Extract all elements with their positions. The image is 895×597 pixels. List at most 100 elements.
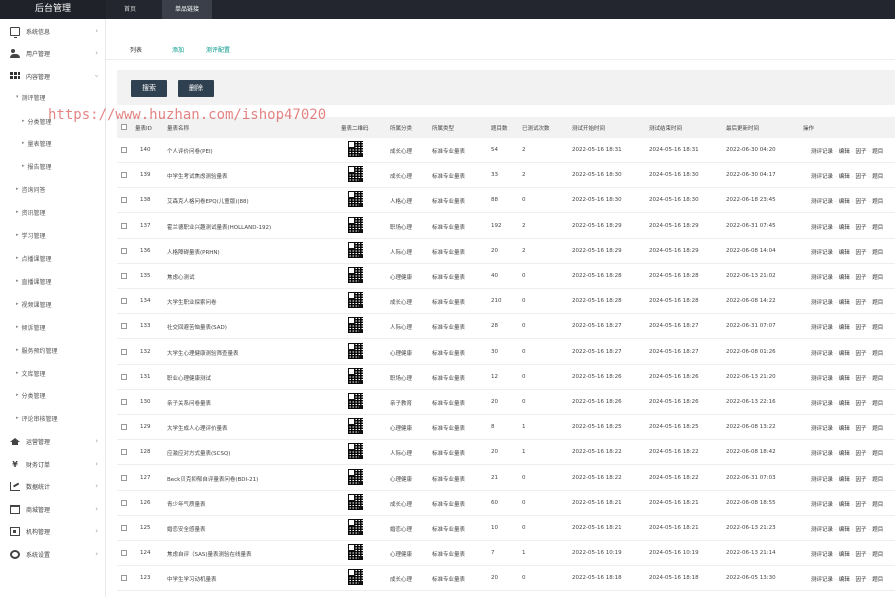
sidebar-sub-learning[interactable]: ▸ 学习管理 <box>16 228 46 242</box>
row-checkbox[interactable] <box>121 575 127 582</box>
factor-link[interactable]: 因子 <box>856 502 867 508</box>
sidebar-sub-video[interactable]: ▸ 视频课管理 <box>16 297 52 311</box>
qr-code-icon[interactable] <box>348 241 363 258</box>
sidebar-sub-comment-review[interactable]: ▸ 评论审核管理 <box>16 411 58 425</box>
row-checkbox[interactable] <box>121 373 127 380</box>
tab-add[interactable]: 添加 <box>172 45 184 54</box>
sidebar-item-stats[interactable]: 数据统计 › <box>0 478 106 494</box>
edit-link[interactable]: 编辑 <box>839 149 850 155</box>
qr-code-icon[interactable] <box>348 367 363 384</box>
edit-link[interactable]: 编辑 <box>839 451 850 457</box>
edit-link[interactable]: 编辑 <box>839 250 850 256</box>
edit-link[interactable]: 编辑 <box>839 477 850 483</box>
test-records-link[interactable]: 测评记录 <box>811 199 833 205</box>
qr-code-icon[interactable] <box>348 141 363 157</box>
factor-link[interactable]: 因子 <box>856 477 867 483</box>
sidebar-item-operations[interactable]: 运营管理 › <box>0 433 106 449</box>
factor-link[interactable]: 因子 <box>856 300 867 306</box>
factor-link[interactable]: 因子 <box>856 401 867 407</box>
questions-link[interactable]: 题目 <box>872 149 883 155</box>
test-records-link[interactable]: 测评记录 <box>811 451 833 457</box>
edit-link[interactable]: 编辑 <box>839 225 850 231</box>
questions-link[interactable]: 题目 <box>872 351 883 357</box>
factor-link[interactable]: 因子 <box>856 225 867 231</box>
top-nav-product-link[interactable]: 单品链接 <box>162 0 213 19</box>
sidebar-item-system-info[interactable]: 系统信息 › <box>0 23 106 39</box>
row-checkbox[interactable] <box>121 172 127 179</box>
test-records-link[interactable]: 测评记录 <box>811 225 833 231</box>
test-records-link[interactable]: 测评记录 <box>811 502 833 508</box>
test-records-link[interactable]: 测评记录 <box>811 577 833 583</box>
qr-code-icon[interactable] <box>348 519 363 535</box>
questions-link[interactable]: 题目 <box>872 451 883 457</box>
row-checkbox[interactable] <box>121 348 127 355</box>
factor-link[interactable]: 因子 <box>856 552 867 558</box>
edit-link[interactable]: 编辑 <box>839 300 850 306</box>
test-records-link[interactable]: 测评记录 <box>811 275 833 281</box>
test-records-link[interactable]: 测评记录 <box>811 552 833 558</box>
factor-link[interactable]: 因子 <box>856 174 867 180</box>
row-checkbox[interactable] <box>121 399 127 405</box>
row-checkbox[interactable] <box>121 474 127 481</box>
sidebar-sub-category-2[interactable]: ▸ 分类管理 <box>16 388 46 402</box>
edit-link[interactable]: 编辑 <box>839 577 850 583</box>
sidebar-item-content[interactable]: 内容管理 › <box>0 68 106 84</box>
edit-link[interactable]: 编辑 <box>839 426 850 432</box>
factor-link[interactable]: 因子 <box>856 149 867 155</box>
questions-link[interactable]: 题目 <box>872 275 883 281</box>
sidebar-item-settings[interactable]: 系统设置 › <box>0 546 106 562</box>
edit-link[interactable]: 编辑 <box>839 376 850 382</box>
qr-code-icon[interactable] <box>348 468 363 485</box>
questions-link[interactable]: 题目 <box>872 401 883 407</box>
sidebar-sub-report[interactable]: ▸ 报告管理 <box>22 159 52 173</box>
questions-link[interactable]: 题目 <box>872 426 883 432</box>
questions-link[interactable]: 题目 <box>872 477 883 483</box>
sidebar-item-mall[interactable]: 商城管理 › <box>0 501 106 517</box>
row-checkbox[interactable] <box>121 499 127 506</box>
sidebar-sub-assessment[interactable]: ▾ 测评管理 <box>16 90 46 104</box>
row-checkbox[interactable] <box>121 424 127 431</box>
delete-button[interactable]: 删除 <box>178 80 214 97</box>
questions-link[interactable]: 题目 <box>872 552 883 558</box>
qr-code-icon[interactable] <box>348 317 363 334</box>
qr-code-icon[interactable] <box>348 267 363 283</box>
factor-link[interactable]: 因子 <box>856 426 867 432</box>
factor-link[interactable]: 因子 <box>856 577 867 583</box>
factor-link[interactable]: 因子 <box>856 325 867 331</box>
row-checkbox[interactable] <box>121 449 127 456</box>
sidebar-sub-confide[interactable]: ▸ 倾诉管理 <box>16 320 46 334</box>
test-records-link[interactable]: 测评记录 <box>811 376 833 382</box>
factor-link[interactable]: 因子 <box>856 275 867 281</box>
questions-link[interactable]: 题目 <box>872 527 883 533</box>
edit-link[interactable]: 编辑 <box>839 552 850 558</box>
questions-link[interactable]: 题目 <box>872 577 883 583</box>
sidebar-sub-qa[interactable]: ▸ 咨询问答 <box>16 182 46 196</box>
test-records-link[interactable]: 测评记录 <box>811 351 833 357</box>
questions-link[interactable]: 题目 <box>872 376 883 382</box>
row-checkbox[interactable] <box>121 298 127 305</box>
test-records-link[interactable]: 测评记录 <box>811 325 833 331</box>
test-records-link[interactable]: 测评记录 <box>811 477 833 483</box>
qr-code-icon[interactable] <box>348 443 363 460</box>
test-records-link[interactable]: 测评记录 <box>811 250 833 256</box>
questions-link[interactable]: 题目 <box>872 199 883 205</box>
sidebar-sub-vod[interactable]: ▸ 点播课管理 <box>16 251 52 265</box>
questions-link[interactable]: 题目 <box>872 225 883 231</box>
tab-list[interactable]: 列表 <box>130 45 142 54</box>
qr-code-icon[interactable] <box>348 569 363 586</box>
edit-link[interactable]: 编辑 <box>839 199 850 205</box>
row-checkbox[interactable] <box>121 222 127 229</box>
row-checkbox[interactable] <box>121 273 127 279</box>
top-nav-home[interactable]: 首页 <box>112 0 148 19</box>
qr-code-icon[interactable] <box>348 292 363 309</box>
sidebar-sub-scale[interactable]: ▸ 量表管理 <box>22 136 52 150</box>
test-records-link[interactable]: 测评记录 <box>811 426 833 432</box>
qr-code-icon[interactable] <box>348 493 363 510</box>
qr-code-icon[interactable] <box>348 418 363 435</box>
edit-link[interactable]: 编辑 <box>839 174 850 180</box>
row-checkbox[interactable] <box>121 525 127 531</box>
row-checkbox[interactable] <box>121 550 127 557</box>
sidebar-item-users[interactable]: 用户管理 › <box>0 45 106 61</box>
test-records-link[interactable]: 测评记录 <box>811 300 833 306</box>
test-records-link[interactable]: 测评记录 <box>811 149 833 155</box>
